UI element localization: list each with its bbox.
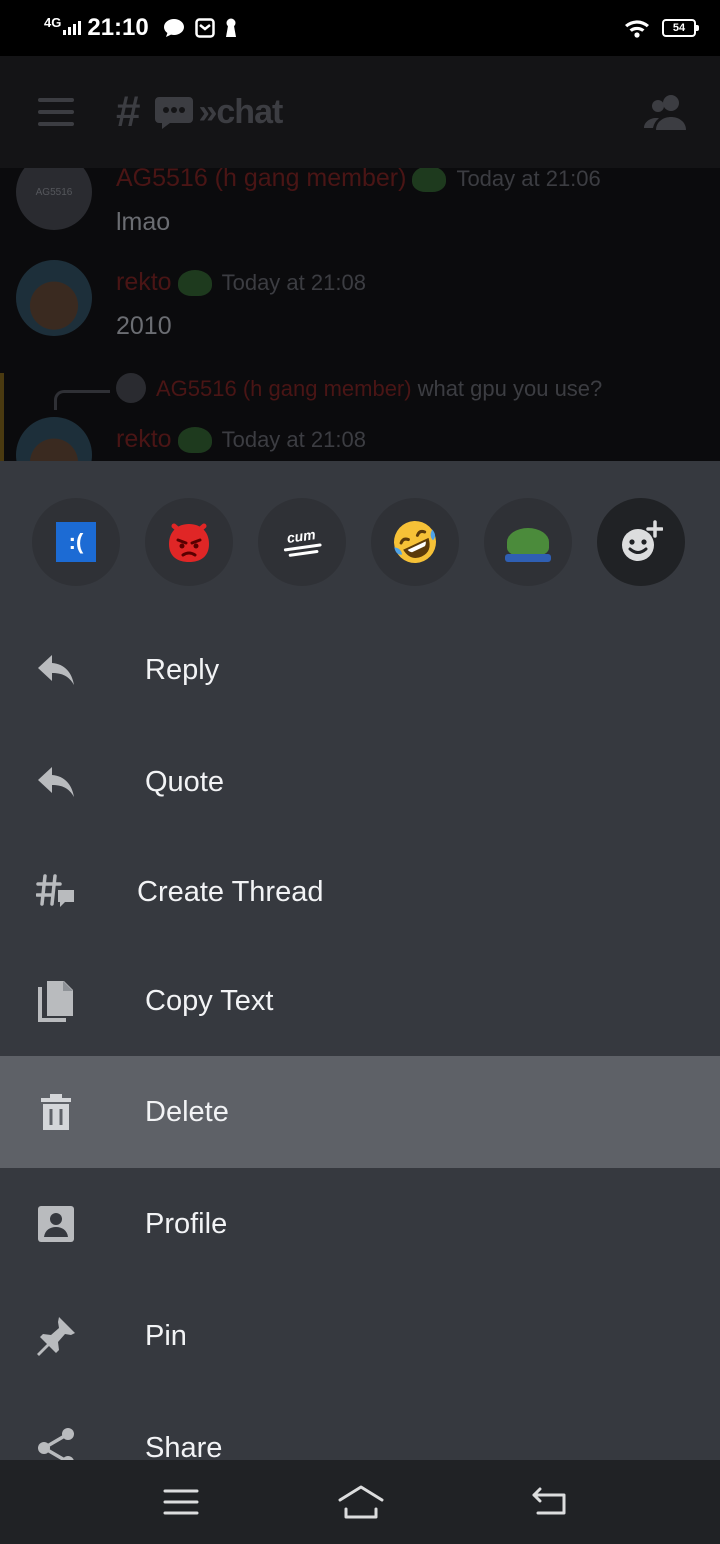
message-timestamp: Today at 21:08 (221, 270, 366, 295)
network-type: 4G (44, 14, 62, 30)
status-bar: 4G 21:10 54 (0, 0, 720, 56)
pepe-emoji (412, 168, 447, 193)
menu-label: Share (145, 1431, 223, 1461)
mail-notification-icon (194, 18, 215, 38)
reaction-text: cum (285, 526, 317, 546)
menu-label: Pin (145, 1319, 187, 1352)
message-list: AG5516 AG5516 (h gang member) Today at 21… (0, 168, 720, 461)
back-icon (532, 1487, 566, 1515)
message-author[interactable]: rekto (116, 425, 172, 453)
rolling-laughing-emoji (394, 521, 436, 563)
menu-profile[interactable]: Profile (0, 1168, 720, 1280)
add-reaction-button[interactable] (597, 498, 685, 586)
speech-bubble-emoji (155, 97, 194, 129)
locked-channel-icon: # (116, 87, 141, 136)
message-text: lmao (116, 208, 171, 236)
message-actions-sheet: :( cum Reply Quote Create Thread Copy Te… (0, 461, 720, 1460)
message-author[interactable]: rekto (116, 268, 172, 296)
menu-copy-text[interactable]: Copy Text (0, 945, 720, 1057)
menu-pin[interactable]: Pin (0, 1280, 720, 1392)
reaction-sad-windows[interactable]: :( (32, 498, 120, 586)
home-icon (338, 1485, 384, 1519)
menu-lines-icon (163, 1489, 199, 1515)
copy-icon (34, 979, 78, 1023)
angry-face-emoji (169, 523, 209, 562)
menu-label: Quote (145, 765, 224, 798)
share-icon (34, 1426, 78, 1460)
menu-delete[interactable]: Delete (0, 1056, 720, 1168)
quick-reactions: :( cum (32, 498, 685, 586)
sad-windows-emoji: :( (56, 522, 96, 562)
pin-icon (34, 1314, 78, 1358)
chat-bubble-icon (163, 19, 184, 37)
reaction-pepe[interactable] (484, 498, 572, 586)
pepe-emoji (177, 270, 212, 297)
reaction-cum-text[interactable]: cum (258, 498, 346, 586)
back-button[interactable] (529, 1482, 569, 1522)
wifi-icon (625, 20, 649, 38)
cum-text-emoji: cum (281, 526, 322, 557)
channel-header: # »chat (0, 56, 720, 168)
system-nav-bar (0, 1460, 720, 1544)
menu-share[interactable]: Share (0, 1392, 720, 1460)
menu-label: Copy Text (145, 984, 274, 1017)
menu-create-thread[interactable]: Create Thread (0, 836, 720, 948)
quote-icon (34, 760, 78, 804)
menu-label: Delete (145, 1095, 229, 1128)
message-author[interactable]: AG5516 (h gang member) (116, 168, 406, 192)
menu-label: Create Thread (137, 875, 324, 908)
create-thread-icon (34, 870, 78, 914)
reply-snippet: what gpu you use? (417, 376, 603, 401)
reply-avatar (116, 373, 146, 403)
battery-icon: 54 (662, 19, 699, 37)
trash-icon (34, 1090, 78, 1134)
avatar[interactable]: AG5516 (16, 168, 92, 230)
menu-quote[interactable]: Quote (0, 726, 720, 838)
reply-preview[interactable]: AG5516 (h gang member) what gpu you use? (156, 376, 602, 402)
add-reaction-icon (622, 520, 663, 561)
drawer-menu-icon[interactable] (38, 98, 74, 126)
pepe-emoji (177, 427, 212, 454)
menu-label: Reply (145, 653, 220, 686)
message-timestamp: Today at 21:06 (456, 168, 601, 191)
menu-label: Profile (145, 1207, 228, 1240)
avatar[interactable] (16, 260, 92, 336)
members-list-icon[interactable] (644, 94, 688, 130)
recent-apps-button[interactable] (161, 1482, 201, 1522)
reply-author: AG5516 (h gang member) (156, 376, 412, 401)
reaction-angry[interactable] (145, 498, 233, 586)
pepe-frog-emoji (505, 528, 551, 562)
reaction-laughing[interactable] (371, 498, 459, 586)
home-button[interactable] (338, 1482, 384, 1522)
reply-connector (54, 390, 110, 410)
avatar[interactable] (16, 417, 92, 461)
message-text: 2010 (116, 312, 172, 340)
highlight-bar (0, 373, 4, 461)
message-timestamp: Today at 21:08 (221, 427, 366, 452)
reply-icon (34, 648, 78, 692)
channel-name: »chat (198, 92, 283, 131)
clock: 21:10 (87, 14, 149, 41)
keyhole-icon (225, 18, 236, 37)
signal-icon (63, 21, 82, 35)
profile-icon (34, 1202, 78, 1246)
menu-reply[interactable]: Reply (0, 614, 720, 726)
